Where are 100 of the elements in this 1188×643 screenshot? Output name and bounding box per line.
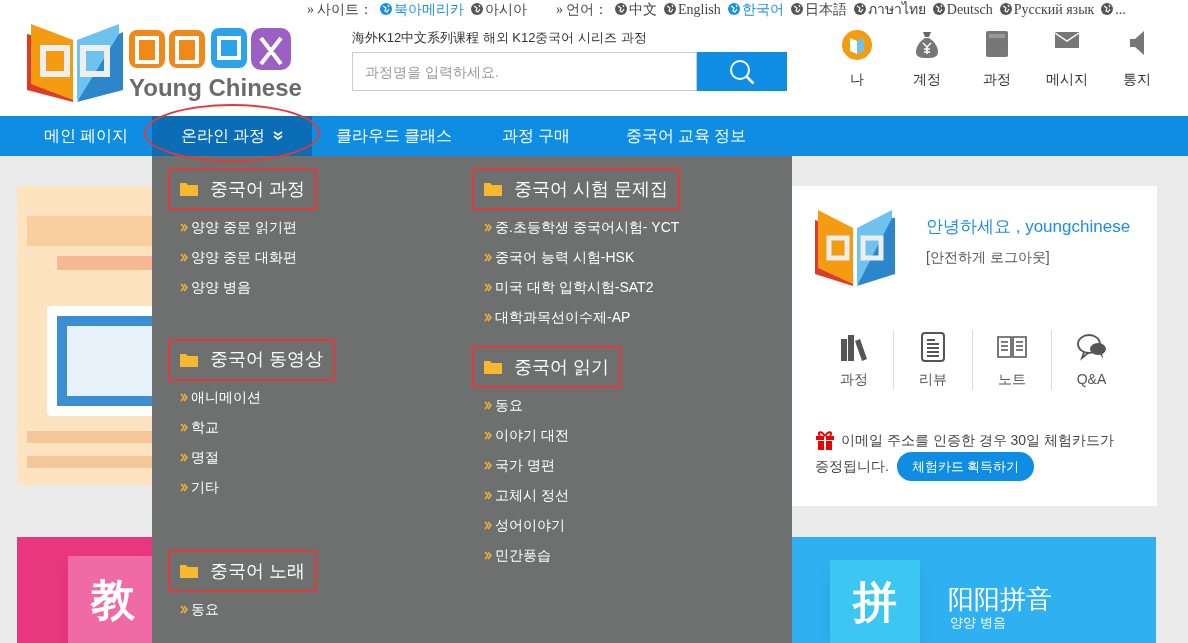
globe-icon [380, 3, 392, 15]
folder-icon [180, 564, 198, 579]
category-heading[interactable]: 중국어 읽기 [472, 346, 621, 388]
shortcut-item[interactable]: 과정 [815, 330, 894, 390]
menu-item[interactable]: 애니메이션 [180, 382, 261, 413]
header-nav-item[interactable]: 통지 [1102, 30, 1172, 90]
shortcut-item[interactable]: Q&A [1052, 330, 1131, 390]
folder-icon [484, 360, 502, 374]
language-link[interactable]: 日本語 [790, 0, 847, 20]
menu-item[interactable]: 학교 [180, 412, 261, 443]
globe-icon [999, 3, 1012, 15]
double-chevron-icon [180, 423, 188, 433]
logo-text: Young Chinese [129, 74, 302, 102]
greeting-link[interactable]: 안녕하세요 , youngchinese [926, 214, 1131, 240]
double-chevron-icon [484, 252, 492, 262]
double-chevron-icon [180, 483, 188, 493]
category-heading[interactable]: 중국어 과정 [168, 168, 317, 210]
menu-item[interactable]: 동요 [484, 390, 569, 420]
language-link[interactable]: 한국어 [727, 0, 784, 20]
menu-item[interactable]: 양양 중문 읽기편 [180, 212, 297, 242]
nav-tab[interactable]: 과정 구매 [476, 116, 596, 156]
double-chevron-icon [484, 550, 492, 560]
double-chevron-icon [484, 520, 492, 530]
globe-icon [853, 3, 866, 15]
gift-icon [815, 430, 835, 450]
double-chevron-icon [180, 604, 188, 614]
double-chevron-icon [484, 400, 492, 410]
globe-icon [1101, 3, 1114, 15]
language-link[interactable]: 中文 [615, 0, 657, 20]
trial-card-button[interactable]: 체험카드 획득하기 [896, 452, 1034, 481]
book-logo-icon [815, 210, 895, 286]
menu-item[interactable]: 동요 [180, 594, 219, 625]
language-link[interactable]: Deutsch [932, 0, 993, 20]
language-link[interactable]: ... [1101, 0, 1126, 20]
double-chevron-icon [180, 282, 188, 292]
chevron-marker: » [307, 0, 314, 19]
double-chevron-icon [180, 453, 188, 463]
logout-link[interactable]: [안전하게 로그아웃] [926, 247, 1050, 268]
menu-item[interactable]: 중.초등학생 중국어시험- YCT [484, 212, 680, 242]
shortcut-item[interactable]: 노트 [973, 330, 1052, 390]
nav-tab[interactable]: 메인 페이지 [20, 116, 152, 156]
language-link[interactable]: Русский язык [999, 0, 1095, 20]
site-link[interactable]: 북아메리카 [380, 0, 464, 20]
category-heading[interactable]: 중국어 시험 문제집 [472, 168, 680, 210]
menu-item[interactable]: 양양 중문 대화편 [180, 242, 297, 272]
books-icon [840, 333, 868, 361]
header-nav-item[interactable]: 과정 [962, 30, 1032, 90]
language-label: 언어： [566, 0, 608, 19]
menu-item[interactable]: 성어이야기 [484, 510, 569, 540]
double-chevron-icon [484, 222, 492, 232]
character-tile: 拼 [830, 560, 920, 643]
double-chevron-icon [484, 430, 492, 440]
site-label: 사이트： [317, 0, 373, 19]
search-button[interactable] [697, 52, 787, 91]
notice-text: 증정됩니다. [815, 457, 889, 476]
double-chevron-icon [273, 131, 284, 141]
document-icon [921, 332, 945, 362]
category-heading[interactable]: 중국어 동영상 [168, 338, 335, 381]
header-nav-item[interactable]: 메시지 [1032, 30, 1102, 90]
menu-item[interactable]: 기타 [180, 472, 261, 503]
double-chevron-icon [180, 252, 188, 262]
menu-item[interactable]: 고체시 정선 [484, 480, 569, 510]
notice-text: 이메일 주소를 인증한 경우 30일 체험카드가 [841, 431, 1115, 450]
double-chevron-icon [484, 460, 492, 470]
nav-tab[interactable]: 중국어 교육 정보 [596, 116, 776, 156]
language-link[interactable]: ภาษาไทย [853, 0, 926, 20]
menu-item[interactable]: 명절 [180, 442, 261, 473]
globe-icon [727, 3, 740, 15]
search-field[interactable]: 과정명을 입력하세요. [352, 52, 697, 91]
folder-icon [180, 182, 198, 196]
nav-tab[interactable]: 클라우드 클래스 [312, 116, 476, 156]
double-chevron-icon [180, 393, 188, 403]
site-link[interactable]: 아시아 [471, 0, 527, 20]
book-logo-icon [842, 30, 872, 60]
globe-icon [664, 3, 676, 15]
double-chevron-icon [484, 490, 492, 500]
course-subtitle: 양양 병음 [950, 614, 1006, 632]
menu-item[interactable]: 중국어 능력 시험-HSK [484, 242, 680, 272]
language-link[interactable]: English [664, 0, 721, 20]
menu-item[interactable]: 이야기 대전 [484, 420, 569, 450]
menu-item[interactable]: 대학과목선이수제-AP [484, 302, 680, 332]
header-nav-item[interactable]: 나 [822, 30, 892, 90]
shortcut-item[interactable]: 리뷰 [894, 330, 973, 390]
book-icon [985, 30, 1009, 58]
menu-item[interactable]: 민간풍습 [484, 540, 569, 570]
tagline: 海外K12中文系列课程 해외 K12중국어 시리즈 과정 [352, 29, 647, 47]
globe-icon [790, 3, 803, 15]
menu-item[interactable]: 양양 병음 [180, 272, 297, 302]
header-nav-item[interactable]: 계정 [892, 30, 962, 90]
menu-item[interactable]: 미국 대학 입학시험-SAT2 [484, 272, 680, 302]
double-chevron-icon [484, 312, 492, 322]
category-heading[interactable]: 중국어 노래 [168, 550, 317, 593]
speaker-icon [1128, 30, 1146, 56]
globe-icon [471, 3, 483, 15]
folder-icon [180, 352, 198, 367]
mail-icon [1054, 30, 1080, 50]
menu-item[interactable]: 국가 명편 [484, 450, 569, 480]
double-chevron-icon [484, 282, 492, 292]
nav-tab[interactable]: 온라인 과정 [152, 116, 312, 156]
double-chevron-icon [180, 222, 188, 232]
